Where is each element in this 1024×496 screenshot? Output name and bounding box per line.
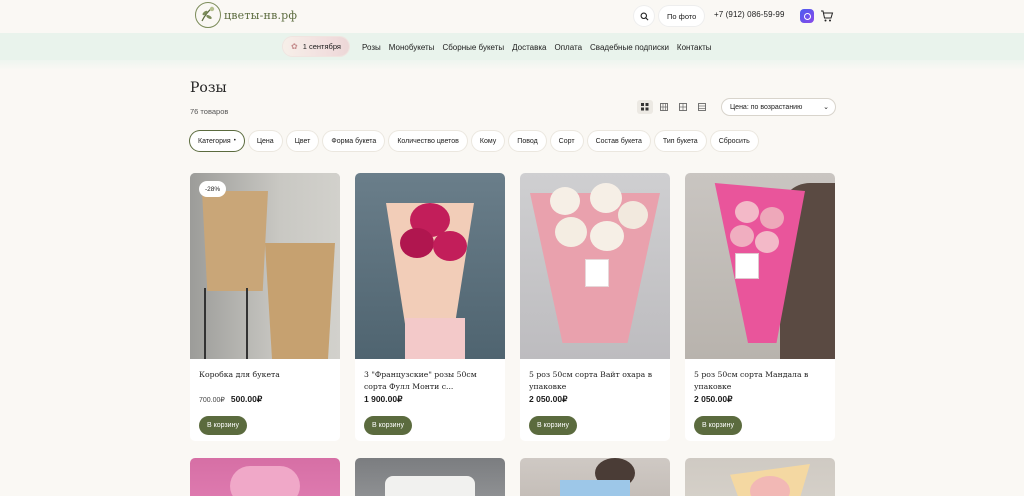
grid-6-view-button[interactable] bbox=[656, 100, 672, 114]
logo-text: цветы-нв.рф bbox=[224, 8, 298, 22]
product-image[interactable] bbox=[355, 458, 505, 496]
filter-composition[interactable]: Состав букета bbox=[587, 131, 650, 151]
flower-icon: ✿ bbox=[291, 42, 298, 51]
product-image[interactable] bbox=[355, 173, 505, 359]
product-price: 500.00₽ bbox=[230, 394, 263, 404]
sort-value: Цена: по возрастанию bbox=[730, 103, 803, 111]
filter-category[interactable]: Категория • bbox=[190, 131, 244, 151]
page-title: Розы bbox=[190, 80, 227, 96]
product-image[interactable] bbox=[685, 173, 835, 359]
filter-flower-count[interactable]: Количество цветов bbox=[389, 131, 467, 151]
cart-icon[interactable] bbox=[820, 9, 834, 23]
nav-link-payment[interactable]: Оплата bbox=[555, 43, 583, 52]
product-image[interactable]: -28% bbox=[190, 173, 340, 359]
promo-date-button[interactable]: ✿ 1 сентября bbox=[283, 37, 349, 56]
product-image[interactable] bbox=[520, 173, 670, 359]
product-image[interactable] bbox=[685, 458, 835, 496]
product-image[interactable] bbox=[520, 458, 670, 496]
product-name[interactable]: 3 "Французские" розы 50см сорта Фулл Мон… bbox=[364, 369, 498, 393]
flower-logo-icon bbox=[195, 2, 221, 28]
nav-link-delivery[interactable]: Доставка bbox=[512, 43, 546, 52]
old-price: 700.00₽ bbox=[199, 397, 225, 404]
discount-badge: -28% bbox=[199, 181, 227, 197]
product-name[interactable]: 5 роз 50см сорта Мандала в упаковке bbox=[694, 369, 828, 393]
active-dot: • bbox=[233, 138, 236, 144]
product-name[interactable]: Коробка для букета bbox=[199, 369, 333, 381]
grid-2-icon bbox=[679, 103, 687, 111]
product-price: 1 900.00₽ bbox=[364, 394, 403, 404]
filter-variety[interactable]: Сорт bbox=[550, 131, 583, 151]
filter-reset[interactable]: Сбросить bbox=[710, 131, 758, 151]
filter-recipient[interactable]: Кому bbox=[471, 131, 505, 151]
filter-label: Категория bbox=[198, 137, 231, 145]
max-messenger-icon[interactable] bbox=[800, 9, 814, 23]
sort-select[interactable]: Цена: по возрастанию ⌄ bbox=[721, 98, 836, 116]
product-card[interactable]: 5 роз 50см сорта Мандала в упаковке 2 05… bbox=[685, 173, 835, 441]
filter-price[interactable]: Цена bbox=[248, 131, 282, 151]
filter-color[interactable]: Цвет bbox=[286, 131, 319, 151]
product-prices: 700.00₽ 500.00₽ bbox=[199, 394, 262, 405]
product-name[interactable]: 5 роз 50см сорта Вайт охара в упаковке bbox=[529, 369, 663, 393]
goods-count: 76 товаров bbox=[190, 107, 229, 116]
site-logo[interactable]: цветы-нв.рф bbox=[193, 1, 297, 29]
product-card[interactable]: 3 "Французские" розы 50см сорта Фулл Мон… bbox=[355, 173, 505, 441]
grid-6-icon bbox=[660, 103, 668, 111]
add-to-cart-button[interactable]: В корзину bbox=[694, 416, 742, 435]
nav-link-mixed-bouquets[interactable]: Сборные букеты bbox=[442, 43, 504, 52]
product-price: 2 050.00₽ bbox=[694, 394, 733, 404]
grid-2-view-button[interactable] bbox=[675, 100, 691, 114]
filter-bouquet-shape[interactable]: Форма букета bbox=[323, 131, 385, 151]
top-header: цветы-нв.рф По фото +7 (912) 086-59-99 bbox=[0, 0, 1024, 33]
nav-link-contacts[interactable]: Контакты bbox=[677, 43, 712, 52]
list-icon bbox=[698, 103, 706, 111]
view-toggles bbox=[637, 100, 713, 114]
search-icon bbox=[640, 12, 648, 20]
photo-search-button[interactable]: По фото bbox=[659, 6, 705, 26]
product-card[interactable]: -28% Коробка для букета 700.00₽ 500.00₽ … bbox=[190, 173, 340, 441]
grid-4-icon bbox=[641, 103, 649, 111]
product-prices: 2 050.00₽ bbox=[529, 394, 568, 405]
filter-bouquet-type[interactable]: Тип букета bbox=[654, 131, 706, 151]
promo-label: 1 сентября bbox=[302, 42, 341, 51]
product-image[interactable] bbox=[190, 458, 340, 496]
nav-links: Розы Монобукеты Сборные букеты Доставка … bbox=[362, 43, 719, 52]
nav-link-wedding-subscriptions[interactable]: Свадебные подписки bbox=[590, 43, 669, 52]
product-card[interactable]: 5 роз 50см сорта Вайт охара в упаковке 2… bbox=[520, 173, 670, 441]
chevron-down-icon: ⌄ bbox=[823, 104, 829, 111]
product-price: 2 050.00₽ bbox=[529, 394, 568, 404]
filter-bar: Категория • Цена Цвет Форма букета Количе… bbox=[190, 131, 763, 151]
main-navigation: ✿ 1 сентября Розы Монобукеты Сборные бук… bbox=[0, 33, 1024, 70]
product-prices: 1 900.00₽ bbox=[364, 394, 403, 405]
nav-link-roses[interactable]: Розы bbox=[362, 43, 381, 52]
product-prices: 2 050.00₽ bbox=[694, 394, 733, 405]
grid-4-view-button[interactable] bbox=[637, 100, 653, 114]
search-button[interactable] bbox=[634, 6, 654, 26]
filter-occasion[interactable]: Повод bbox=[509, 131, 546, 151]
add-to-cart-button[interactable]: В корзину bbox=[364, 416, 412, 435]
add-to-cart-button[interactable]: В корзину bbox=[529, 416, 577, 435]
phone-link[interactable]: +7 (912) 086-59-99 bbox=[714, 10, 785, 19]
nav-link-monobouquets[interactable]: Монобукеты bbox=[389, 43, 435, 52]
add-to-cart-button[interactable]: В корзину bbox=[199, 416, 247, 435]
list-view-button[interactable] bbox=[694, 100, 710, 114]
